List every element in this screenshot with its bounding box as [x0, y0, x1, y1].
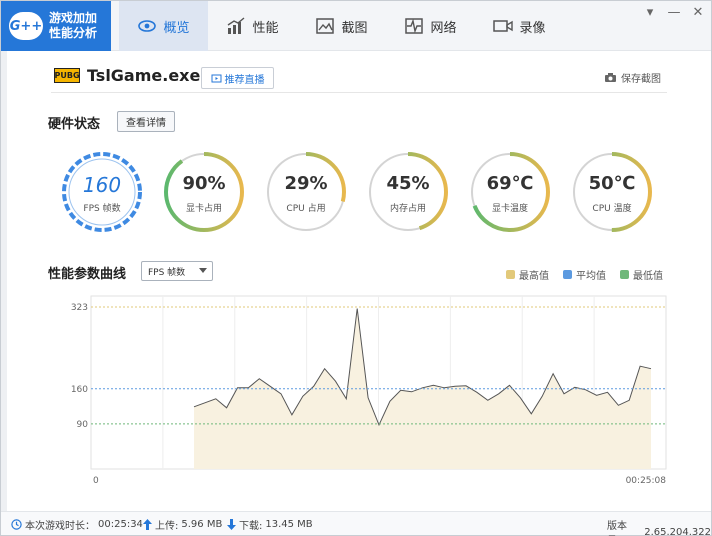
window-controls: ▾ — ✕ [643, 5, 705, 20]
gauge-value-gpu-temp: 69℃ [486, 173, 534, 194]
legend-swatch-max [506, 270, 515, 279]
tab-performance-label: 性能 [252, 20, 279, 36]
y-tick-label: 90 [77, 420, 89, 430]
view-details-button[interactable]: 查看详情 [117, 111, 175, 132]
clock-icon [11, 519, 22, 530]
metric-select[interactable]: FPS 帧数 [141, 261, 213, 281]
logo-badge-icon: G++ [9, 12, 43, 40]
save-screenshot-button[interactable]: 保存截图 [604, 70, 661, 85]
brand-line-2: 性能分析 [49, 26, 98, 40]
metric-select-value: FPS 帧数 [148, 267, 186, 278]
left-edge [1, 51, 7, 511]
camera-icon [605, 73, 616, 82]
gauge-label-fps: FPS 帧数 [83, 204, 121, 214]
minimize-icon[interactable]: — [667, 5, 681, 20]
game-info-row: PUBG TslGame.exe 推荐直播 保存截图 [51, 63, 667, 93]
version-label: 版本号： [607, 521, 627, 532]
gauge-gpu-temp: 69℃ 显卡温度 [469, 151, 551, 233]
gauge-label-cpu-temp: CPU 温度 [592, 204, 632, 214]
main-nav: 概览 性能 截图 网络 录像 [119, 1, 564, 51]
gauge-gpu-usage: 90% 显卡占用 [163, 151, 245, 233]
legend-label-max: 最高值 [519, 271, 549, 282]
close-icon[interactable]: ✕ [691, 5, 705, 20]
recommend-live-button[interactable]: 推荐直播 [201, 67, 274, 89]
gauge-value-cpu-temp: 50℃ [588, 173, 636, 194]
dropdown-chevron-icon[interactable]: ▾ [643, 5, 657, 20]
download-value: 13.45 MB [265, 519, 313, 530]
x-end-label: 00:25:08 [626, 476, 667, 486]
chevron-down-icon [199, 268, 207, 273]
game-icon: PUBG [54, 68, 80, 83]
title-bar: G++ 游戏加加 性能分析 概览 性能 截图 网络 录像 ▾ — ✕ [1, 1, 711, 51]
tab-screenshot[interactable]: 截图 [297, 1, 386, 51]
legend-item-avg: 平均值 [563, 267, 606, 282]
upload-label: 上传: [155, 521, 179, 532]
chart-legend: 最高值 平均值 最低值 [506, 267, 663, 282]
bar-chart-icon [228, 17, 245, 34]
fps-chart: 323 160 90 0 00:25:08 [71, 295, 667, 486]
tv-icon [211, 74, 221, 83]
legend-swatch-avg [563, 270, 572, 279]
upload-arrow-icon [143, 519, 152, 530]
gauge-value-fps: 160 [82, 173, 122, 197]
video-icon [493, 20, 514, 32]
game-process-name: TslGame.exe [87, 66, 201, 85]
tab-overview[interactable]: 概览 [119, 1, 208, 51]
version-value: 2.65.204.322 [644, 526, 711, 536]
download-label: 下载: [239, 521, 263, 532]
x-start-label: 0 [93, 476, 99, 486]
gauge-memory-usage: 45% 内存占用 [367, 151, 449, 233]
pulse-icon [405, 18, 424, 34]
legend-label-min: 最低值 [633, 271, 663, 282]
tab-network[interactable]: 网络 [386, 1, 475, 51]
gauge-value-memory-usage: 45% [386, 173, 430, 194]
y-tick-label: 323 [71, 303, 88, 313]
save-screenshot-label: 保存截图 [621, 74, 661, 85]
gauge-fps: 160 FPS 帧数 [61, 151, 143, 233]
tab-network-label: 网络 [430, 20, 457, 36]
hardware-status-title: 硬件状态 [48, 117, 101, 132]
playtime-label: 本次游戏时长： [25, 521, 95, 532]
tab-recording-label: 录像 [519, 20, 546, 36]
gauge-label-memory-usage: 内存占用 [389, 204, 426, 214]
status-bar: 本次游戏时长： 00:25:34 上传: 5.96 MB 下载: 13.45 M… [1, 511, 711, 536]
legend-item-min: 最低值 [620, 267, 663, 282]
performance-curve-title: 性能参数曲线 [48, 267, 127, 282]
gauge-label-gpu-usage: 显卡占用 [185, 204, 222, 214]
playtime-value: 00:25:34 [98, 519, 143, 530]
legend-label-avg: 平均值 [576, 271, 606, 282]
recommend-live-label: 推荐直播 [224, 74, 265, 86]
eye-icon [138, 20, 157, 32]
download-arrow-icon [227, 519, 236, 530]
upload-value: 5.96 MB [181, 519, 223, 530]
tab-recording[interactable]: 录像 [475, 1, 564, 51]
y-tick-label: 160 [71, 385, 88, 395]
legend-swatch-min [620, 270, 629, 279]
gauge-label-cpu-usage: CPU 占用 [286, 204, 326, 214]
gauge-value-gpu-usage: 90% [182, 173, 226, 194]
tab-screenshot-label: 截图 [341, 20, 368, 36]
gauge-label-gpu-temp: 显卡温度 [491, 204, 528, 214]
gauge-cpu-usage: 29% CPU 占用 [265, 151, 347, 233]
brand-logo: G++ 游戏加加 性能分析 [1, 1, 111, 51]
gauge-cpu-temp: 50℃ CPU 温度 [571, 151, 653, 233]
legend-item-max: 最高值 [506, 267, 549, 282]
brand-line-1: 游戏加加 [49, 11, 98, 25]
image-icon [316, 18, 335, 34]
tab-performance[interactable]: 性能 [208, 1, 297, 51]
gauge-value-cpu-usage: 29% [284, 173, 328, 194]
app-window: G++ 游戏加加 性能分析 概览 性能 截图 网络 录像 ▾ — ✕ PUBG … [0, 0, 712, 536]
tab-overview-label: 概览 [163, 20, 190, 36]
